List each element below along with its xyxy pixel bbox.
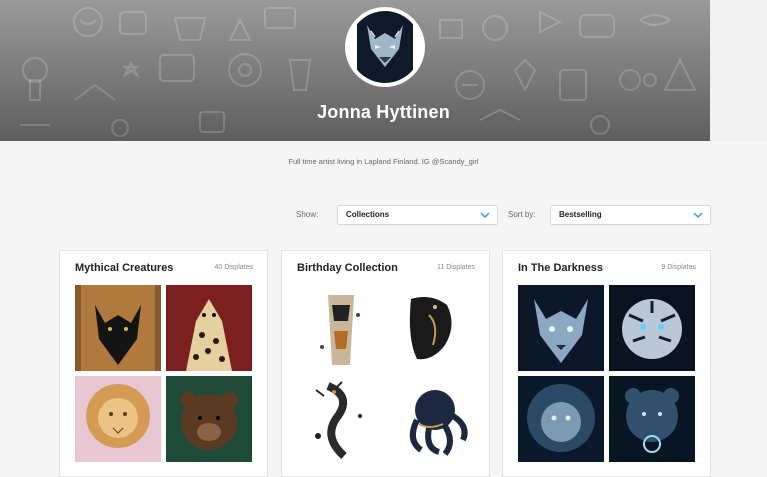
collection-card-mythical-creatures[interactable]: Mythical Creatures 40 Displates <box>59 250 268 477</box>
chevron-down-icon <box>693 212 703 218</box>
collection-card-birthday-collection[interactable]: Birthday Collection 11 Displates <box>281 250 490 477</box>
sort-label: Sort by: <box>508 210 536 219</box>
octopus-art[interactable] <box>389 376 475 462</box>
collection-title: Birthday Collection <box>297 262 398 274</box>
bear-art[interactable] <box>166 376 252 462</box>
collection-count: 40 Displates <box>214 264 253 271</box>
collection-count: 9 Displates <box>661 264 696 271</box>
collection-card-in-the-darkness[interactable]: In The Darkness 9 Displates <box>502 250 711 477</box>
profile-avatar[interactable] <box>345 7 425 87</box>
sort-select-value: Bestselling <box>559 210 602 219</box>
collection-count: 11 Displates <box>436 264 475 271</box>
dark-lion-art[interactable] <box>518 376 604 462</box>
profile-bio: Full time artist living in Lapland Finla… <box>288 157 479 166</box>
chevron-down-icon <box>480 212 490 218</box>
show-select[interactable]: Collections <box>337 205 498 225</box>
dark-tiger-art[interactable] <box>609 285 695 371</box>
collection-title: Mythical Creatures <box>75 262 174 274</box>
dark-wolf-art[interactable] <box>518 285 604 371</box>
wolf-avatar-icon <box>357 11 413 83</box>
show-select-value: Collections <box>346 210 390 219</box>
lion-art[interactable] <box>75 376 161 462</box>
dragon-art[interactable] <box>298 376 384 462</box>
black-cat-art[interactable] <box>389 285 475 371</box>
calico-cat-art[interactable] <box>298 285 384 371</box>
sort-select[interactable]: Bestselling <box>550 205 711 225</box>
dark-bear-art[interactable] <box>609 376 695 462</box>
black-wolf-art[interactable] <box>75 285 161 371</box>
cheetah-art[interactable] <box>166 285 252 371</box>
show-label: Show: <box>296 210 319 219</box>
collection-title: In The Darkness <box>518 262 603 274</box>
profile-name: Jonna Hyttinen <box>317 102 450 122</box>
